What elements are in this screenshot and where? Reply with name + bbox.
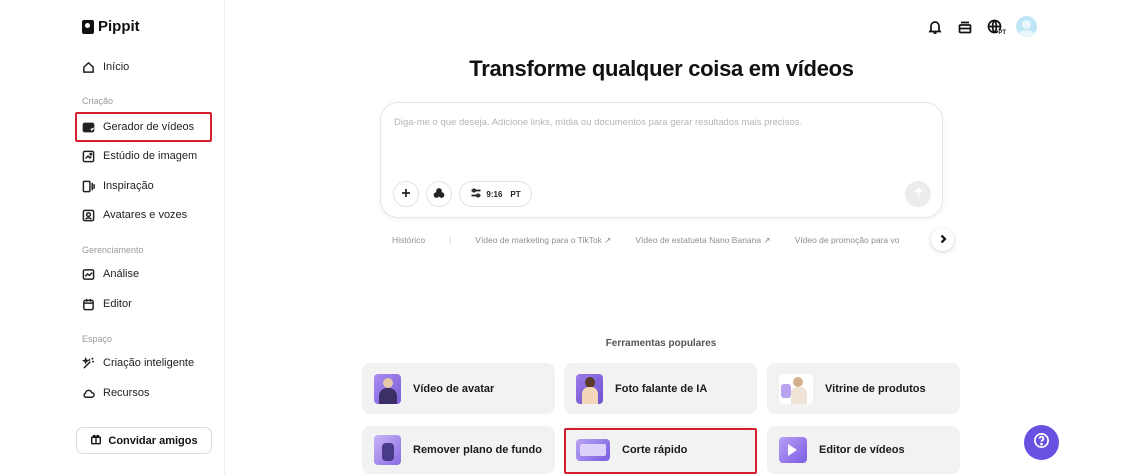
annotation-highlight-quick-cut: [564, 428, 757, 474]
avatar-select-button[interactable]: [426, 181, 452, 207]
sidebar-item-label: Avatares e vozes: [103, 209, 188, 221]
product-showcase-thumbnail: [779, 373, 813, 404]
tool-card-label: Vitrine de produtos: [825, 382, 926, 395]
suggestion-chip[interactable]: Vídeo de marketing para o TikTok ↗: [475, 235, 611, 246]
invite-friends-label: Convidar amigos: [108, 434, 198, 447]
sidebar-item-image-studio[interactable]: Estúdio de imagem: [82, 145, 197, 167]
sidebar-item-resources[interactable]: Recursos: [82, 382, 149, 404]
prompt-input[interactable]: Diga-me o que deseja. Adicione links, mí…: [394, 117, 802, 128]
app-root: Pippit Início Criação Gerador de vídeos …: [0, 0, 1140, 474]
language-label: PT: [510, 189, 521, 199]
suggestion-bar: Histórico | Vídeo de marketing para o Ti…: [392, 234, 932, 246]
sidebar: Pippit Início Criação Gerador de vídeos …: [0, 0, 225, 474]
sidebar-item-label: Criação inteligente: [103, 357, 195, 369]
suggestion-chip[interactable]: Vídeo de promoção para vo: [795, 235, 900, 245]
chevron-right-icon: [938, 231, 948, 249]
analytics-icon: [82, 268, 95, 281]
avatar-video-thumbnail: [374, 373, 401, 404]
tool-card-label: Foto falante de IA: [615, 382, 708, 395]
gift-icon: [90, 433, 102, 448]
sidebar-item-smart-creation[interactable]: Criação inteligente: [82, 352, 194, 374]
editor-icon: [82, 298, 95, 311]
sidebar-item-label: Editor: [103, 298, 132, 310]
video-editor-thumbnail: [779, 437, 807, 463]
sidebar-item-label: Recursos: [103, 387, 150, 399]
sidebar-item-editor[interactable]: Editor: [82, 293, 132, 315]
section-label-space: Espaço: [82, 334, 113, 344]
header-actions: PT: [926, 16, 1037, 37]
history-link[interactable]: Histórico: [392, 235, 425, 245]
tool-card-product-showcase[interactable]: Vitrine de produtos: [767, 363, 960, 414]
page-title: Transforme qualquer coisa em vídeos: [469, 56, 854, 81]
send-button[interactable]: [905, 181, 931, 207]
popular-tools-title: Ferramentas populares: [605, 338, 717, 349]
tool-card-label: Editor de vídeos: [819, 444, 905, 456]
home-icon: [82, 61, 95, 74]
bell-icon[interactable]: [926, 18, 944, 36]
app-name: Pippit: [98, 18, 140, 35]
sliders-icon: [470, 187, 482, 201]
remove-background-thumbnail: [374, 435, 401, 465]
image-studio-icon: [82, 150, 95, 163]
sidebar-item-analytics[interactable]: Análise: [82, 263, 139, 285]
section-label-creation: Criação: [82, 96, 114, 106]
sidebar-item-label: Início: [103, 61, 130, 73]
tool-card-label: Vídeo de avatar: [413, 382, 495, 395]
storage-icon[interactable]: [956, 18, 974, 36]
talking-photo-thumbnail: [576, 373, 603, 404]
sidebar-item-label: Inspiração: [103, 180, 154, 192]
aspect-ratio-label: 9:16: [486, 189, 503, 199]
tool-card-avatar-video[interactable]: Vídeo de avatar: [362, 363, 555, 414]
arrow-up-icon: [913, 185, 924, 203]
settings-chip[interactable]: 9:16 PT: [459, 181, 532, 207]
language-badge: PT: [998, 29, 1006, 37]
tool-card-video-editor[interactable]: Editor de vídeos: [767, 426, 960, 474]
help-button[interactable]: [1024, 425, 1059, 460]
pippit-logo-icon: [82, 19, 94, 34]
inspiration-icon: [82, 180, 95, 193]
tool-card-remove-background[interactable]: Remover plano de fundo: [362, 426, 555, 474]
cloud-icon: [82, 387, 95, 400]
plus-icon: [400, 187, 412, 201]
suggestions-next-button[interactable]: [931, 228, 954, 251]
sidebar-item-inspiration[interactable]: Inspiração: [82, 175, 154, 197]
question-icon: [1033, 432, 1050, 454]
annotation-highlight-video-generator: [75, 112, 212, 142]
avatar[interactable]: [1016, 16, 1037, 37]
tool-card-ai-talking-photo[interactable]: Foto falante de IA: [564, 363, 757, 414]
avatar-group-icon: [433, 187, 445, 201]
language-globe-icon[interactable]: PT: [986, 18, 1006, 37]
sidebar-item-label: Estúdio de imagem: [103, 150, 198, 162]
suggestion-chip[interactable]: Vídeo de estatueta Nano Banana ↗: [635, 235, 770, 246]
smart-creation-icon: [82, 356, 95, 370]
prompt-box[interactable]: Diga-me o que deseja. Adicione links, mí…: [380, 102, 943, 218]
sidebar-item-home[interactable]: Início: [82, 56, 129, 78]
divider: |: [449, 235, 452, 245]
sidebar-item-label: Análise: [103, 268, 140, 280]
sidebar-item-avatars-voices[interactable]: Avatares e vozes: [82, 204, 187, 226]
add-media-button[interactable]: [393, 181, 419, 207]
invite-friends-button[interactable]: Convidar amigos: [76, 427, 212, 454]
section-label-management: Gerenciamento: [82, 245, 144, 255]
avatar-voice-icon: [82, 209, 95, 222]
app-logo[interactable]: Pippit: [82, 18, 140, 35]
tool-card-label: Remover plano de fundo: [413, 444, 542, 456]
